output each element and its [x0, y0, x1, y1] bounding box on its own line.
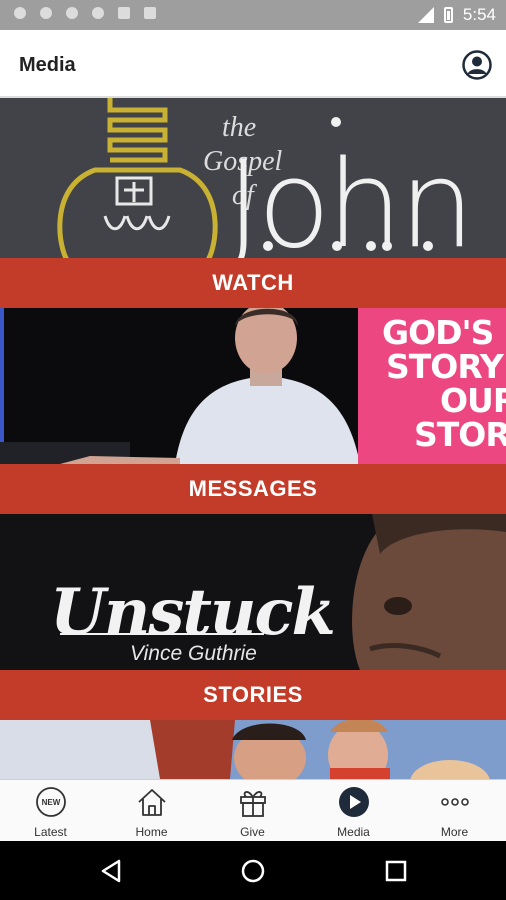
- nav-media[interactable]: Media: [303, 780, 404, 842]
- home-button-icon[interactable]: [240, 858, 266, 884]
- next-tile-image[interactable]: [0, 720, 506, 779]
- messages-banner[interactable]: MESSAGES: [0, 464, 506, 514]
- nav-latest[interactable]: NEW Latest: [0, 780, 101, 842]
- battery-icon: [443, 7, 453, 23]
- notification-icon: [66, 7, 78, 19]
- messages-image[interactable]: GOD'S STORY OUR STORY: [0, 308, 506, 464]
- notification-icon: [14, 7, 26, 19]
- nav-label: Latest: [34, 825, 67, 839]
- recents-icon[interactable]: [383, 858, 409, 884]
- story-word-4: STORY: [414, 415, 506, 454]
- notification-icon: [92, 7, 104, 19]
- nav-label: More: [440, 825, 469, 839]
- notification-icon: [40, 7, 52, 19]
- gift-icon: [239, 791, 266, 817]
- system-nav-bar: [0, 841, 506, 900]
- signal-icon: [417, 7, 434, 23]
- app-bar: Media: [0, 30, 506, 98]
- gospel-of-john-art: the Gospel of John: [0, 98, 506, 258]
- next-tile-art: [0, 720, 506, 779]
- notification-icon: [118, 7, 130, 19]
- back-icon[interactable]: [99, 858, 125, 884]
- nav-label: Give: [240, 825, 265, 839]
- gospel-of-john-image[interactable]: the Gospel of John: [0, 98, 506, 258]
- art-title: John: [226, 136, 471, 258]
- nav-give[interactable]: Give: [202, 780, 303, 842]
- nav-label: Home: [135, 825, 168, 839]
- messages-art: GOD'S STORY OUR STORY: [0, 308, 506, 464]
- svg-text:NEW: NEW: [41, 798, 60, 807]
- art-title: Unstuck: [50, 575, 334, 650]
- nav-home[interactable]: Home: [101, 780, 202, 842]
- stories-image[interactable]: Unstuck Vince Guthrie: [0, 514, 506, 670]
- new-badge-icon: NEW: [35, 787, 66, 817]
- media-list[interactable]: the Gospel of John WATCH GOD'S STORY OUR…: [0, 98, 506, 779]
- notification-icon: [144, 7, 156, 19]
- stories-art: Unstuck Vince Guthrie: [0, 514, 506, 670]
- nav-more[interactable]: More: [404, 780, 505, 842]
- more-dots-icon: [440, 798, 469, 806]
- status-time: 5:54: [462, 5, 496, 24]
- page-title: Media: [19, 54, 76, 76]
- profile-icon[interactable]: [462, 50, 492, 80]
- notification-icons: [14, 7, 156, 19]
- art-subtitle: Vince Guthrie: [130, 642, 257, 665]
- home-icon: [137, 789, 166, 816]
- watch-banner[interactable]: WATCH: [0, 258, 506, 308]
- play-icon: [338, 787, 369, 817]
- stories-banner[interactable]: STORIES: [0, 670, 506, 720]
- nav-label: Media: [337, 825, 370, 839]
- bottom-nav: NEW Latest Home Give Media More: [0, 779, 506, 841]
- status-bar: 5:54: [0, 0, 506, 30]
